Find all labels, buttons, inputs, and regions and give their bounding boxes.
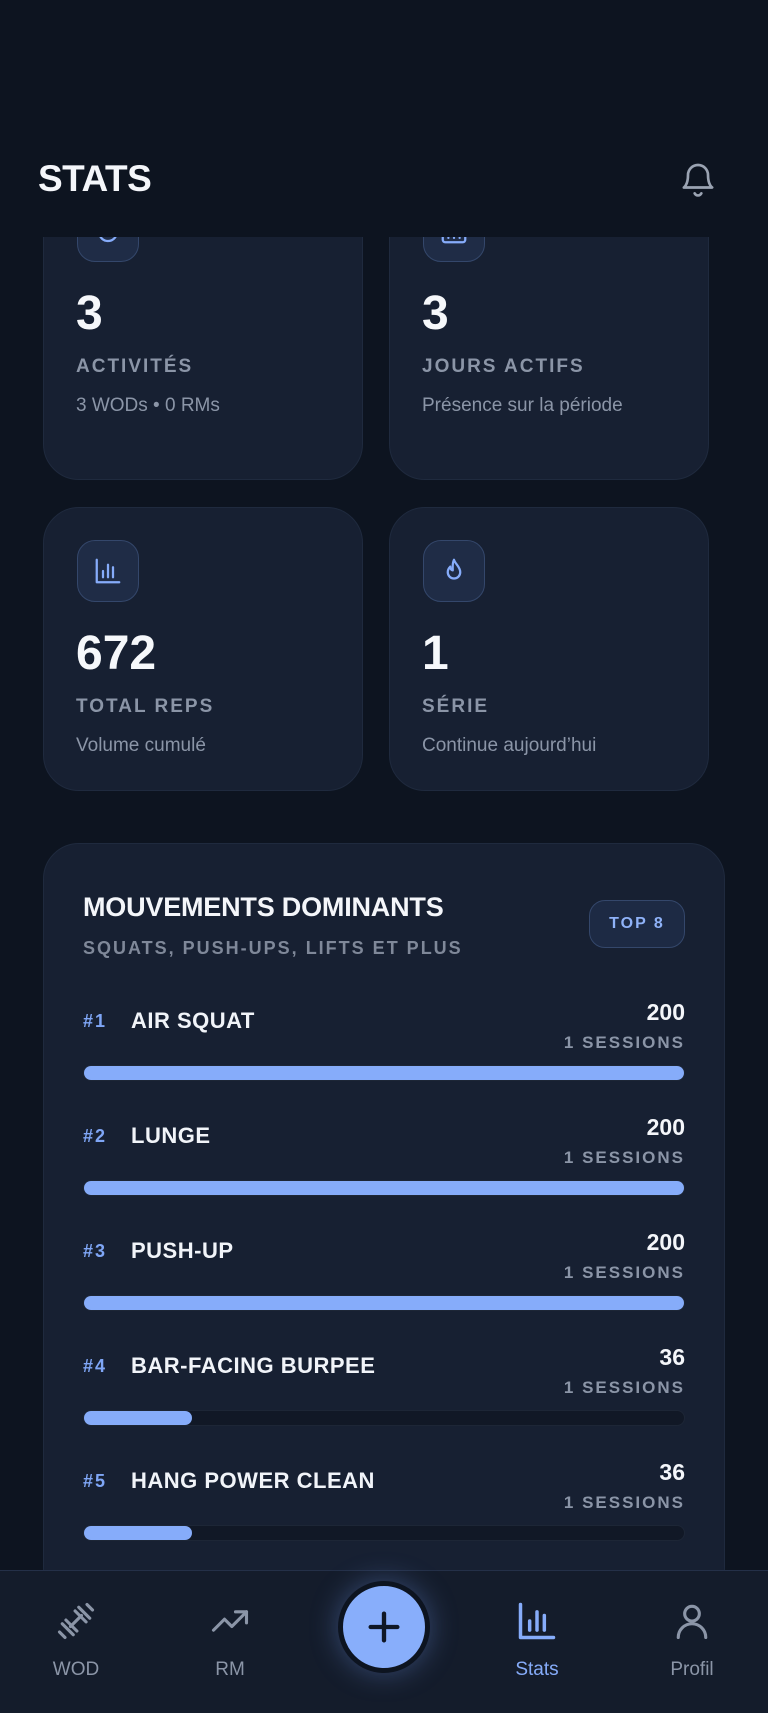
movement-row[interactable]: #1 AIR SQUAT 200 1 SESSIONS	[83, 999, 685, 1099]
movement-name: PUSH-UP	[131, 1238, 234, 1263]
stat-value: 672	[76, 627, 157, 680]
stat-label: ACTIVITÉS	[76, 356, 194, 377]
app-header: STATS	[0, 0, 768, 237]
stat-sub: Présence sur la période	[422, 395, 623, 416]
flame-icon	[423, 540, 485, 602]
movement-bar-fill	[84, 1296, 684, 1310]
movement-bar-track	[83, 1295, 685, 1311]
movement-bar-fill	[84, 1066, 684, 1080]
movement-name: HANG POWER CLEAN	[131, 1468, 375, 1493]
trending-up-icon	[208, 1599, 252, 1643]
nav-item-rm[interactable]: RM	[170, 1571, 290, 1713]
movement-value: 36	[659, 1344, 685, 1370]
movement-row[interactable]: #4 BAR-FACING BURPEE 36 1 SESSIONS	[83, 1344, 685, 1444]
movement-name: BAR-FACING BURPEE	[131, 1353, 376, 1378]
add-button[interactable]	[338, 1581, 430, 1673]
movement-bar-track	[83, 1065, 685, 1081]
movement-rank: #3	[83, 1241, 108, 1261]
stat-label: SÉRIE	[422, 696, 490, 717]
stat-sub: Volume cumulé	[76, 735, 206, 756]
stats-icon	[515, 1599, 559, 1643]
stats-scroll-area[interactable]: 3 ACTIVITÉS 3 WODs • 0 RMs 3 JOURS ACTIF…	[0, 237, 768, 1570]
movement-name: AIR SQUAT	[131, 1008, 255, 1033]
movement-sessions: 1 SESSIONS	[563, 1493, 685, 1512]
nav-item-wod[interactable]: WOD	[16, 1571, 136, 1713]
movement-row[interactable]: #2 LUNGE 200 1 SESSIONS	[83, 1114, 685, 1214]
nav-item-profil[interactable]: Profil	[632, 1571, 752, 1713]
movement-row[interactable]: #5 HANG POWER CLEAN 36 1 SESSIONS	[83, 1459, 685, 1559]
timer-icon	[77, 237, 139, 262]
plus-icon	[368, 1611, 400, 1643]
movement-sessions: 1 SESSIONS	[563, 1263, 685, 1282]
movement-value: 200	[646, 1229, 685, 1255]
nav-label: RM	[215, 1659, 245, 1680]
movement-value: 200	[646, 1114, 685, 1140]
calendar-icon	[423, 237, 485, 262]
stat-card-total-reps: 672 TOTAL REPS Volume cumulé	[43, 507, 363, 791]
user-icon	[670, 1599, 714, 1643]
stat-value: 3	[422, 287, 449, 340]
dominant-movements-card: MOUVEMENTS DOMINANTS SQUATS, PUSH-UPS, L…	[43, 843, 725, 1570]
nav-label: Stats	[515, 1659, 559, 1680]
movement-sessions: 1 SESSIONS	[563, 1033, 685, 1052]
stat-value: 3	[76, 287, 103, 340]
nav-item-stats[interactable]: Stats	[477, 1571, 597, 1713]
nav-label: Profil	[670, 1659, 714, 1680]
movement-bar-fill	[84, 1181, 684, 1195]
movement-bar-track	[83, 1180, 685, 1196]
stat-sub: Continue aujourd’hui	[422, 735, 597, 756]
movement-bar-track	[83, 1525, 685, 1541]
movement-bar-track	[83, 1410, 685, 1426]
bell-icon[interactable]	[678, 160, 718, 200]
movement-bar-fill	[84, 1411, 192, 1425]
movement-rank: #1	[83, 1011, 108, 1031]
bottom-nav: WOD RM Stats Profil	[0, 1570, 768, 1713]
bar-chart-icon	[77, 540, 139, 602]
movement-value: 36	[659, 1459, 685, 1485]
stat-card-streak: 1 SÉRIE Continue aujourd’hui	[389, 507, 709, 791]
movement-bar-fill	[84, 1526, 192, 1540]
stat-label: TOTAL REPS	[76, 696, 215, 717]
movement-rank: #4	[83, 1356, 108, 1376]
dumbbell-icon	[54, 1599, 98, 1643]
movement-sessions: 1 SESSIONS	[563, 1378, 685, 1397]
page-title: STATS	[38, 158, 152, 199]
stat-sub: 3 WODs • 0 RMs	[76, 395, 220, 416]
movement-rank: #2	[83, 1126, 108, 1146]
top-badge[interactable]: TOP 8	[589, 900, 685, 948]
movement-sessions: 1 SESSIONS	[563, 1148, 685, 1167]
stat-label: JOURS ACTIFS	[422, 356, 585, 377]
section-title: MOUVEMENTS DOMINANTS	[83, 892, 444, 922]
stat-card-active-days: 3 JOURS ACTIFS Présence sur la période	[389, 237, 709, 480]
movement-row[interactable]: #3 PUSH-UP 200 1 SESSIONS	[83, 1229, 685, 1329]
movement-rank: #5	[83, 1471, 108, 1491]
movement-name: LUNGE	[131, 1123, 211, 1148]
stat-value: 1	[422, 627, 449, 680]
movement-value: 200	[646, 999, 685, 1025]
section-subtitle: SQUATS, PUSH-UPS, LIFTS ET PLUS	[83, 938, 463, 958]
stat-card-activities: 3 ACTIVITÉS 3 WODs • 0 RMs	[43, 237, 363, 480]
nav-label: WOD	[52, 1659, 100, 1680]
